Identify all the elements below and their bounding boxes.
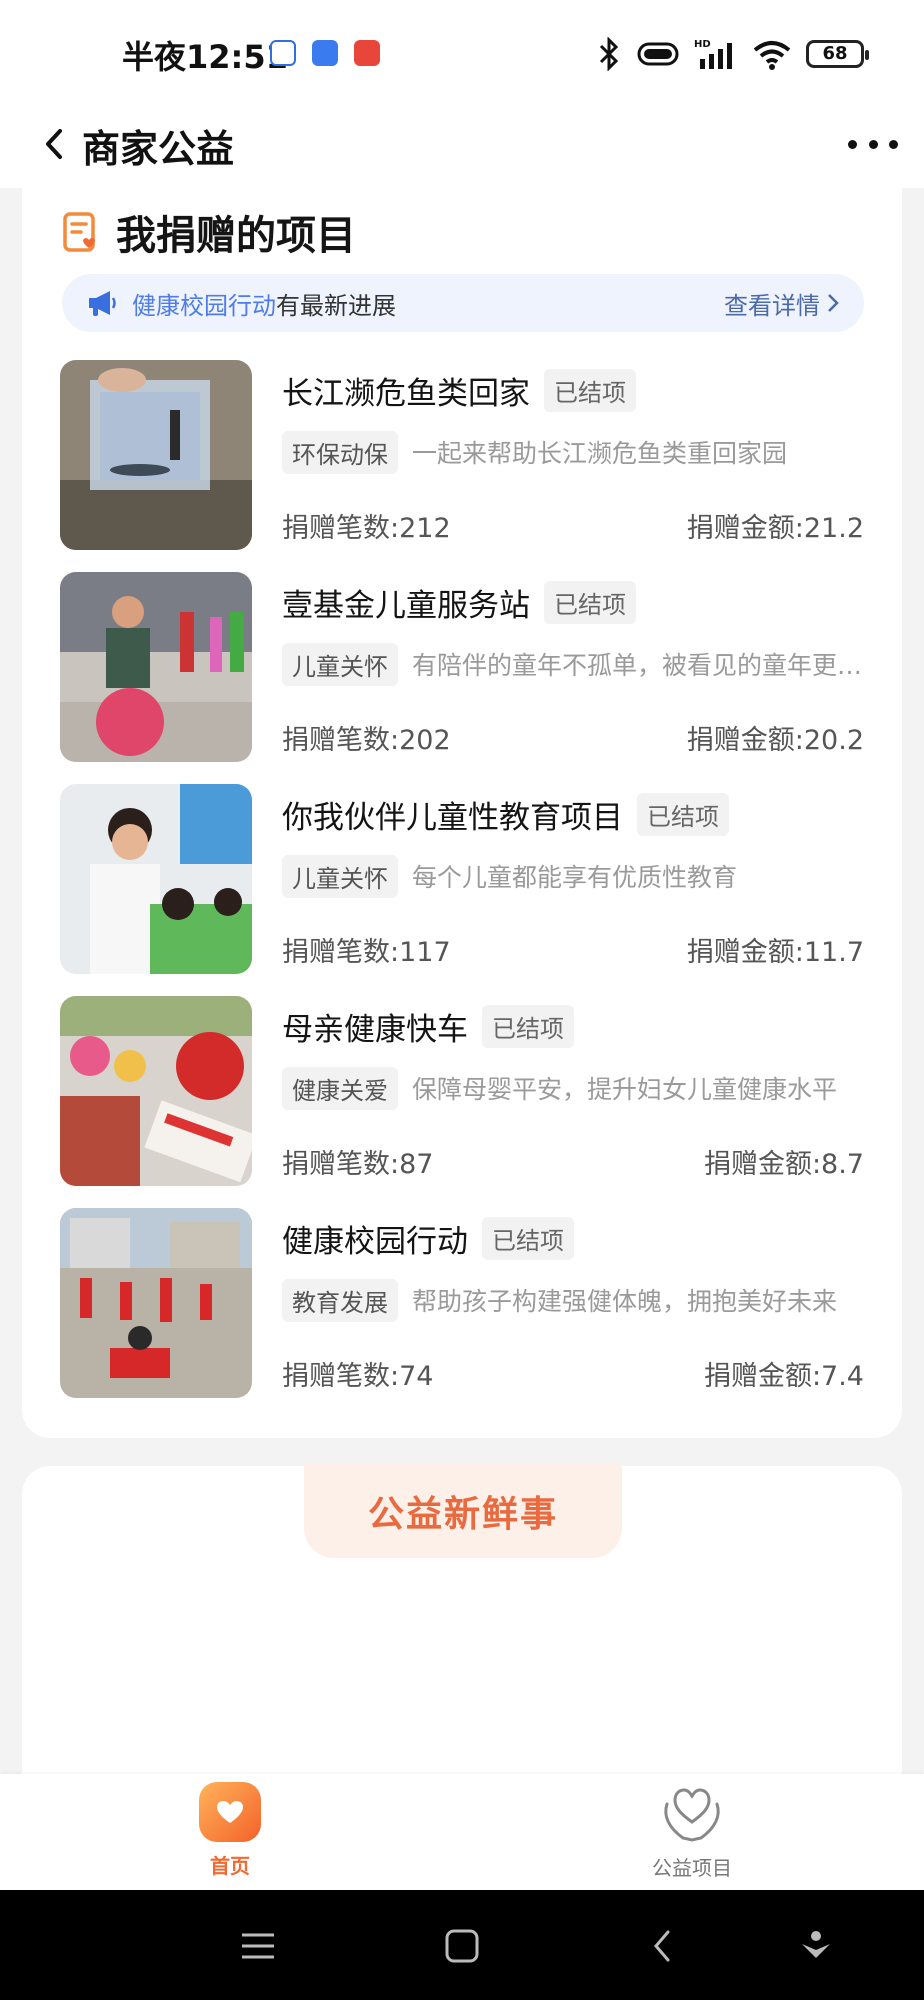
category-tag: 儿童关怀 [282, 854, 398, 898]
status-badge: 已结项 [482, 1216, 574, 1260]
project-name: 你我伙伴儿童性教育项目 [282, 799, 623, 836]
status-badge: 已结项 [637, 792, 729, 836]
project-item[interactable]: 健康校园行动 已结项 教育发展 帮助孩子构建强健体魄，拥抱美好未来 捐赠笔数:7… [60, 1208, 864, 1420]
project-description: 一起来帮助长江濒危鱼类重回家园 [412, 439, 788, 468]
project-name: 壹基金儿童服务站 [282, 587, 530, 624]
project-thumbnail [60, 996, 252, 1186]
project-description: 有陪伴的童年不孤单，被看见的童年更有力量 [412, 651, 864, 680]
project-item[interactable]: 母亲健康快车 已结项 健康关爱 保障母婴平安，提升妇女儿童健康水平 捐赠笔数:8… [60, 996, 864, 1208]
project-thumbnail [60, 1208, 252, 1398]
project-name: 长江濒危鱼类回家 [282, 375, 530, 412]
hands-heart-icon [664, 1788, 720, 1842]
bottom-tab-bar: 首页 公益项目 [0, 1774, 924, 1890]
project-item[interactable]: 壹基金儿童服务站 已结项 儿童关怀 有陪伴的童年不孤单，被看见的童年更有力量 捐… [60, 572, 864, 784]
status-icons: HD 68 [596, 36, 869, 72]
donation-count: 捐赠笔数:74 [282, 1361, 434, 1392]
battery-icon: 68 [806, 40, 869, 68]
status-bar: 半夜12:51 HD 68 [0, 0, 924, 100]
back-icon[interactable] [30, 120, 78, 168]
tab-charity-projects[interactable]: 公益项目 [632, 1782, 752, 1886]
app-notification-icon [270, 40, 296, 66]
charity-news-card: 公益新鲜事 [22, 1464, 902, 1776]
donation-amount: 捐赠金额:20.2 [686, 725, 864, 756]
project-name: 母亲健康快车 [282, 1011, 468, 1048]
chevron-right-icon [828, 294, 839, 312]
view-details-link[interactable]: 查看详情 [724, 286, 840, 321]
project-description: 每个儿童都能享有优质性教育 [412, 863, 738, 892]
system-navigation-bar [0, 1890, 924, 2000]
assistant-icon[interactable] [794, 1924, 838, 1968]
notice-suffix: 有最新进展 [276, 291, 396, 320]
svg-text:HD: HD [694, 39, 711, 50]
hd-signal-icon: HD [694, 39, 732, 69]
project-name: 健康校园行动 [282, 1223, 468, 1260]
donation-count: 捐赠笔数:117 [282, 937, 451, 968]
news-header: 公益新鲜事 [304, 1464, 622, 1558]
app-notification-icon [354, 40, 380, 66]
category-tag: 健康关爱 [282, 1066, 398, 1110]
menu-icon[interactable] [236, 1924, 280, 1968]
project-thumbnail [60, 572, 252, 762]
tab-projects-label: 公益项目 [652, 1856, 732, 1880]
nav-bar: 商家公益 [0, 100, 924, 188]
system-back-icon[interactable] [640, 1924, 684, 1968]
donated-projects-card: 我捐赠的项目 健康校园行动有最新进展 查看详情 长江濒危鱼类回家 已结项 环保动… [22, 188, 902, 1438]
bluetooth-icon [599, 37, 619, 71]
status-badge: 已结项 [482, 1004, 574, 1048]
donation-count: 捐赠笔数:87 [282, 1149, 434, 1180]
project-item[interactable]: 你我伙伴儿童性教育项目 已结项 儿童关怀 每个儿童都能享有优质性教育 捐赠笔数:… [60, 784, 864, 996]
project-thumbnail [60, 784, 252, 974]
donation-amount: 捐赠金额:8.7 [703, 1149, 864, 1180]
news-title: 公益新鲜事 [367, 1494, 558, 1535]
home-heart-icon [199, 1782, 261, 1842]
category-tag: 教育发展 [282, 1278, 398, 1322]
tab-home[interactable]: 首页 [170, 1782, 290, 1886]
more-icon[interactable] [848, 124, 898, 164]
notice-text: 健康校园行动有最新进展 [132, 286, 396, 321]
notice-project-link[interactable]: 健康校园行动 [132, 292, 276, 320]
section-title: 我捐赠的项目 [116, 213, 356, 259]
project-item[interactable]: 长江濒危鱼类回家 已结项 环保动保 一起来帮助长江濒危鱼类重回家园 捐赠笔数:2… [60, 360, 864, 572]
page-title: 商家公益 [82, 127, 235, 171]
section-header: 我捐赠的项目 [62, 202, 356, 262]
progress-notice[interactable]: 健康校园行动有最新进展 查看详情 [62, 274, 864, 332]
status-time: 半夜12:51 [122, 38, 288, 76]
megaphone-icon [89, 291, 116, 316]
category-tag: 环保动保 [282, 430, 398, 474]
category-tag: 儿童关怀 [282, 642, 398, 686]
tab-home-label: 首页 [210, 1854, 250, 1878]
donation-amount: 捐赠金额:21.2 [686, 513, 864, 544]
status-badge: 已结项 [544, 580, 636, 624]
donation-count: 捐赠笔数:212 [282, 513, 451, 544]
view-details-label: 查看详情 [724, 291, 820, 320]
donation-amount: 捐赠金额:7.4 [703, 1361, 864, 1392]
home-square-icon[interactable] [440, 1924, 484, 1968]
project-description: 保障母婴平安，提升妇女儿童健康水平 [412, 1075, 838, 1104]
wifi-icon [753, 41, 791, 70]
project-list: 长江濒危鱼类回家 已结项 环保动保 一起来帮助长江濒危鱼类重回家园 捐赠笔数:2… [60, 360, 864, 1420]
status-badge: 已结项 [544, 368, 636, 412]
donation-count: 捐赠笔数:202 [282, 725, 451, 756]
donation-amount: 捐赠金额:11.7 [686, 937, 864, 968]
project-thumbnail [60, 360, 252, 550]
app-notification-icon [312, 40, 338, 66]
document-icon [63, 212, 95, 252]
vibrate-icon [637, 42, 679, 66]
project-description: 帮助孩子构建强健体魄，拥抱美好未来 [412, 1287, 838, 1316]
